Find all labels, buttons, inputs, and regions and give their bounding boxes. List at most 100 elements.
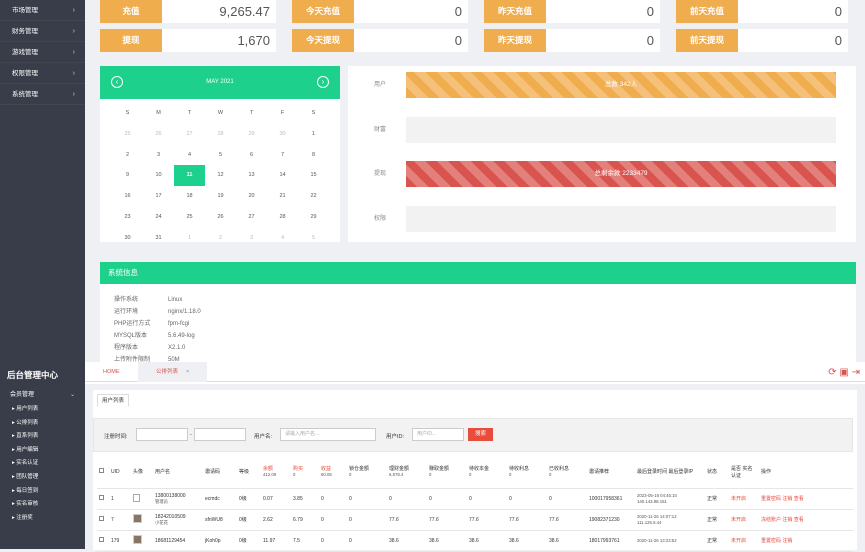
calendar-day[interactable]: 2	[112, 145, 143, 166]
sidebar-item-direct-list[interactable]: ▸ 直系列表	[0, 430, 85, 444]
sidebar-item-market[interactable]: 市场管理 ›	[0, 0, 85, 21]
calendar-day[interactable]: 8	[298, 145, 329, 166]
calendar-day[interactable]: 30	[267, 124, 298, 145]
calendar-day[interactable]: 26	[143, 124, 174, 145]
calendar-day[interactable]: 23	[112, 207, 143, 228]
table-row[interactable]: 179 18681129454 jKoh0p 0级 11.97 7.5 0 0 38.6 38.6…	[97, 530, 853, 552]
calendar-day[interactable]: 5	[205, 145, 236, 166]
calendar-day[interactable]: 4	[174, 145, 205, 166]
panel-tab-user-list[interactable]: 用户列表	[97, 394, 129, 407]
sidebar-group-members[interactable]: 会员管理 ⌄	[0, 388, 85, 403]
calendar-day[interactable]: 31	[143, 228, 174, 249]
cell-actions[interactable]: 重置密码 注销 查看	[759, 488, 853, 510]
cell-actions[interactable]: 冻结账户 注销 查看	[759, 509, 853, 531]
calendar-day[interactable]: 25	[112, 124, 143, 145]
col-last-login: 最后登录时间 最后登录IP	[635, 456, 705, 489]
sidebar-item-realname-review[interactable]: ▸ 实名审核	[0, 498, 85, 512]
refresh-icon[interactable]: ⟳	[828, 367, 836, 378]
stat-label: 今天提现	[292, 29, 354, 52]
cell-level: 0级	[237, 488, 261, 510]
stat-value: 0	[646, 4, 654, 19]
weekday-label: T	[249, 110, 254, 116]
calendar-day[interactable]: 14	[267, 165, 298, 186]
calendar-day[interactable]: 11	[174, 165, 205, 187]
calendar-day[interactable]: 21	[267, 186, 298, 207]
stat-value: 0	[454, 33, 462, 48]
logout-icon[interactable]: ⇥	[852, 367, 860, 378]
col-buy-total: 0	[293, 472, 296, 478]
calendar-day[interactable]: 6	[236, 145, 267, 166]
calendar-day[interactable]: 5	[298, 228, 329, 249]
row-checkbox[interactable]	[99, 516, 104, 521]
calendar-day[interactable]: 26	[205, 207, 236, 228]
stat-label: 昨天提现	[484, 29, 546, 52]
trash-icon[interactable]: ▣	[839, 367, 848, 378]
table-row[interactable]: 1 13800138000 管理员 ecmdc 0级 0.07 3.85 0 0 0 0 0 0 0 10…	[97, 488, 853, 510]
sidebar-item-game[interactable]: 游戏管理 ›	[0, 42, 85, 63]
next-month-icon[interactable]: ›	[317, 76, 329, 88]
calendar-day[interactable]: 16	[112, 186, 143, 207]
cell-login-ip: 140.143.98.151	[637, 498, 667, 504]
sidebar-item-team[interactable]: ▸ 团队管理	[0, 471, 85, 485]
sidebar-item-permission[interactable]: 权限管理 ›	[0, 63, 85, 84]
sidebar-item-finance[interactable]: 财务管理 ›	[0, 21, 85, 42]
cell-level: 0级	[237, 530, 261, 552]
calendar-day[interactable]: 28	[205, 124, 236, 145]
calendar-day[interactable]: 29	[298, 207, 329, 228]
search-button[interactable]: 搜索	[468, 428, 493, 441]
calendar-day[interactable]: 13	[236, 165, 267, 186]
table-row[interactable]: 7 18242010509 小花花 sfnWU8 0级 2.62 6.79 0 0 77.6 77.…	[97, 509, 853, 531]
calendar-day[interactable]: 7	[267, 145, 298, 166]
calendar-day[interactable]: 25	[174, 207, 205, 228]
row-checkbox[interactable]	[99, 537, 104, 542]
calendar-day[interactable]: 19	[205, 186, 236, 207]
tab-queue-list[interactable]: 公排列表 ×	[138, 362, 208, 382]
col-received: 已收利息	[549, 466, 570, 473]
cell-actions[interactable]: 重置密码 注销	[759, 530, 853, 552]
prev-month-icon[interactable]: ‹	[111, 76, 123, 88]
sidebar-item-register-bonus[interactable]: ▸ 注册奖	[0, 512, 85, 526]
cell-finance: 38.6	[387, 530, 427, 552]
calendar-day[interactable]: 29	[236, 124, 267, 145]
close-icon[interactable]: ×	[186, 369, 189, 375]
tab-home[interactable]: HOME	[85, 362, 138, 382]
username-input[interactable]: 请输入用户名...	[280, 428, 376, 441]
calendar-day[interactable]: 10	[143, 165, 174, 186]
calendar-day[interactable]: 24	[143, 207, 174, 228]
calendar-day[interactable]: 17	[143, 186, 174, 207]
sidebar-item-checkin[interactable]: ▸ 每日签到	[0, 485, 85, 499]
sidebar-item-system[interactable]: 系统管理 ›	[0, 84, 85, 105]
calendar-week: 2345678	[100, 145, 340, 166]
user-table-body: 1 13800138000 管理员 ecmdc 0级 0.07 3.85 0 0 0 0 0 0 0 10…	[97, 488, 853, 552]
calendar-day[interactable]: 27	[174, 124, 205, 145]
col-invite: 邀请码	[203, 456, 237, 489]
col-finance-total: 6,578.4	[389, 472, 404, 478]
calendar-day[interactable]: 30	[112, 228, 143, 249]
calendar-day[interactable]: 1	[174, 228, 205, 249]
calendar-day[interactable]: 2	[205, 228, 236, 249]
calendar-day[interactable]: 20	[236, 186, 267, 207]
calendar-day[interactable]: 12	[205, 165, 236, 186]
uid-input[interactable]: 用户ID...	[412, 428, 464, 441]
calendar-day[interactable]: 22	[298, 186, 329, 207]
row-checkbox[interactable]	[99, 495, 104, 500]
sidebar-item-realname[interactable]: ▸ 实名认证	[0, 457, 85, 471]
calendar-day[interactable]: 28	[267, 207, 298, 228]
calendar-day[interactable]: 27	[236, 207, 267, 228]
sidebar-item-user-list[interactable]: ▸ 用户列表	[0, 403, 85, 417]
calendar-day[interactable]: 4	[267, 228, 298, 249]
cell-interest: 38.6	[507, 530, 547, 552]
stat-value: 0	[454, 4, 462, 19]
end-date-input[interactable]	[194, 428, 246, 441]
start-date-input[interactable]	[136, 428, 188, 441]
calendar-day[interactable]: 18	[174, 186, 205, 207]
sidebar-item-queue-list[interactable]: ▸ 公排列表	[0, 417, 85, 431]
calendar-day[interactable]: 15	[298, 165, 329, 186]
cell-login-ip: 111.126.6.44	[637, 519, 662, 525]
calendar-day[interactable]: 3	[236, 228, 267, 249]
calendar-day[interactable]: 9	[112, 165, 143, 186]
calendar-day[interactable]: 1	[298, 124, 329, 145]
select-all-checkbox[interactable]	[99, 468, 104, 474]
sidebar-item-user-edit[interactable]: ▸ 用户编辑	[0, 444, 85, 458]
calendar-day[interactable]: 3	[143, 145, 174, 166]
